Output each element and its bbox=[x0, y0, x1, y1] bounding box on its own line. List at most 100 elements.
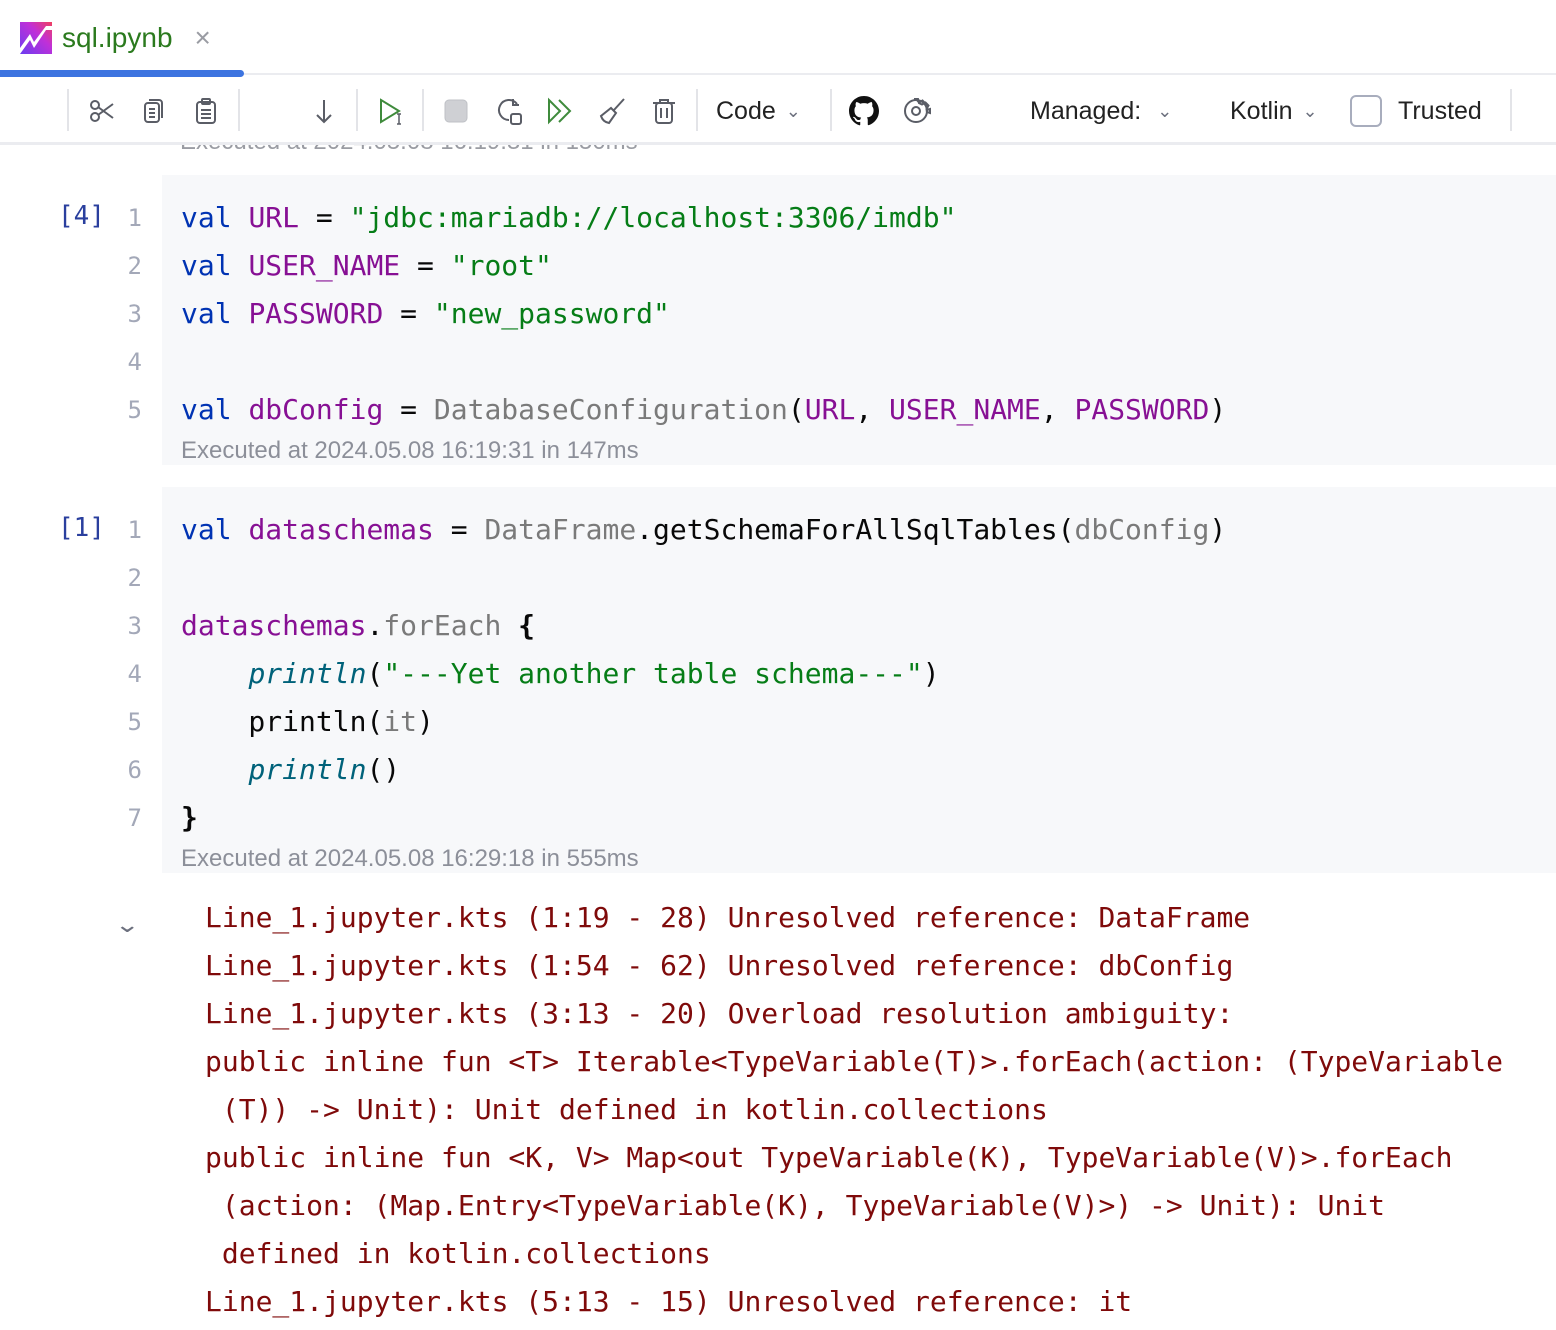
code-token: println( bbox=[181, 705, 383, 738]
trusted-checkbox[interactable] bbox=[1350, 95, 1382, 127]
code-line: val PASSWORD = "new_password" bbox=[181, 290, 1226, 338]
code-token: val bbox=[181, 393, 232, 426]
chevron-down-icon: ⌄ bbox=[1157, 101, 1172, 122]
line-number: 7 bbox=[100, 804, 142, 832]
code-token: val bbox=[181, 201, 232, 234]
code-token: . bbox=[366, 609, 383, 642]
collapse-output-chevron-icon[interactable]: ⌄ bbox=[114, 912, 140, 938]
code-token: ( bbox=[366, 657, 383, 690]
code-token: dbConfig bbox=[1074, 513, 1209, 546]
stop-button[interactable] bbox=[440, 77, 472, 145]
move-cell-down-button[interactable] bbox=[308, 77, 340, 145]
managed-server-dropdown[interactable]: Managed: ⌄ bbox=[1030, 77, 1172, 145]
trusted-toggle[interactable]: Trusted bbox=[1350, 77, 1482, 145]
cell-type-dropdown[interactable]: Code ⌄ bbox=[716, 77, 801, 145]
code-token: PASSWORD bbox=[248, 297, 383, 330]
code-token: } bbox=[181, 801, 198, 834]
execution-count: [1] bbox=[58, 513, 105, 543]
line-number: 3 bbox=[100, 612, 142, 640]
code-line bbox=[181, 554, 1226, 602]
error-line: Line_1.jupyter.kts (5:13 - 15) Unresolve… bbox=[205, 1278, 1503, 1326]
code-token bbox=[181, 753, 248, 786]
stop-icon bbox=[441, 96, 471, 126]
code-token: println bbox=[248, 657, 366, 690]
line-number: 2 bbox=[100, 252, 142, 280]
code-line: } bbox=[181, 794, 1226, 842]
restart-icon bbox=[495, 96, 525, 126]
line-number: 1 bbox=[100, 516, 142, 544]
error-line: (T)) -> Unit): Unit defined in kotlin.co… bbox=[205, 1086, 1503, 1134]
run-all-button[interactable] bbox=[544, 77, 576, 145]
code-token: ) bbox=[1209, 393, 1226, 426]
line-number: 5 bbox=[100, 708, 142, 736]
github-button[interactable] bbox=[848, 77, 880, 145]
chevron-down-icon: ⌄ bbox=[1303, 101, 1318, 122]
line-number: 5 bbox=[100, 396, 142, 424]
code-token: ) bbox=[1209, 513, 1226, 546]
separator bbox=[696, 89, 698, 131]
execution-status: Executed at 2024.05.08 16:19:31 in 147ms bbox=[181, 437, 639, 465]
jupyter-notebook-icon bbox=[20, 22, 52, 54]
delete-cell-button[interactable] bbox=[648, 77, 680, 145]
code-token bbox=[232, 393, 249, 426]
separator bbox=[830, 89, 832, 131]
settings-button[interactable] bbox=[900, 77, 932, 145]
code-token: dataschemas bbox=[181, 609, 366, 642]
code-token: DataFrame bbox=[484, 513, 636, 546]
cut-button[interactable] bbox=[86, 77, 118, 145]
clear-outputs-button[interactable] bbox=[596, 77, 628, 145]
code-token bbox=[232, 513, 249, 546]
code-token: USER_NAME bbox=[889, 393, 1041, 426]
line-number: 2 bbox=[100, 564, 142, 592]
code-editor[interactable]: val dataschemas = DataFrame.getSchemaFor… bbox=[181, 506, 1226, 842]
code-token: ) bbox=[417, 705, 434, 738]
managed-label: Managed: bbox=[1030, 97, 1141, 126]
code-token: .getSchemaForAllSqlTables( bbox=[636, 513, 1074, 546]
kernel-label: Kotlin bbox=[1230, 97, 1293, 126]
code-token: , bbox=[855, 393, 889, 426]
tab-sql-ipynb[interactable]: sql.ipynb × bbox=[0, 0, 244, 75]
paste-button[interactable] bbox=[190, 77, 222, 145]
run-cursor-icon bbox=[377, 96, 407, 126]
code-token: dataschemas bbox=[248, 513, 433, 546]
copy-button[interactable] bbox=[138, 77, 170, 145]
line-number: 3 bbox=[100, 300, 142, 328]
code-token: forEach bbox=[383, 609, 501, 642]
chevron-down-icon: ⌄ bbox=[786, 101, 801, 122]
error-line: public inline fun <K, V> Map<out TypeVar… bbox=[205, 1134, 1503, 1182]
code-token: "---Yet another table schema---" bbox=[383, 657, 922, 690]
error-line: Line_1.jupyter.kts (1:54 - 62) Unresolve… bbox=[205, 942, 1503, 990]
code-line: val dbConfig = DatabaseConfiguration(URL… bbox=[181, 386, 1226, 434]
code-token: = bbox=[299, 201, 350, 234]
code-token: println bbox=[248, 753, 366, 786]
code-token: ) bbox=[923, 657, 940, 690]
code-token: "jdbc:mariadb://localhost:3306/imdb" bbox=[350, 201, 957, 234]
arrow-down-icon bbox=[309, 96, 339, 126]
error-line: (action: (Map.Entry<TypeVariable(K), Typ… bbox=[205, 1182, 1503, 1230]
error-output: Line_1.jupyter.kts (1:19 - 28) Unresolve… bbox=[205, 894, 1503, 1326]
code-token: , bbox=[1041, 393, 1075, 426]
execution-status: Executed at 2024.05.08 16:29:18 in 555ms bbox=[181, 845, 639, 873]
code-line bbox=[181, 338, 1226, 386]
trash-icon bbox=[649, 96, 679, 126]
run-cell-button[interactable] bbox=[376, 77, 408, 145]
code-token: = bbox=[383, 297, 434, 330]
active-tab-indicator bbox=[0, 70, 244, 77]
trusted-label: Trusted bbox=[1398, 97, 1482, 126]
code-token: = bbox=[400, 249, 451, 282]
code-token bbox=[232, 249, 249, 282]
line-number: 6 bbox=[100, 756, 142, 784]
code-editor[interactable]: val URL = "jdbc:mariadb://localhost:3306… bbox=[181, 194, 1226, 434]
restart-kernel-button[interactable] bbox=[494, 77, 526, 145]
cell-type-label: Code bbox=[716, 97, 776, 126]
code-line: val URL = "jdbc:mariadb://localhost:3306… bbox=[181, 194, 1226, 242]
code-token bbox=[232, 297, 249, 330]
code-token: URL bbox=[805, 393, 856, 426]
error-line: Line_1.jupyter.kts (1:19 - 28) Unresolve… bbox=[205, 894, 1503, 942]
line-number: 1 bbox=[100, 204, 142, 232]
run-all-icon bbox=[545, 96, 575, 126]
close-tab-icon[interactable]: × bbox=[195, 22, 211, 54]
kernel-dropdown[interactable]: Kotlin ⌄ bbox=[1230, 77, 1318, 145]
separator bbox=[67, 89, 69, 131]
copy-icon bbox=[139, 96, 169, 126]
